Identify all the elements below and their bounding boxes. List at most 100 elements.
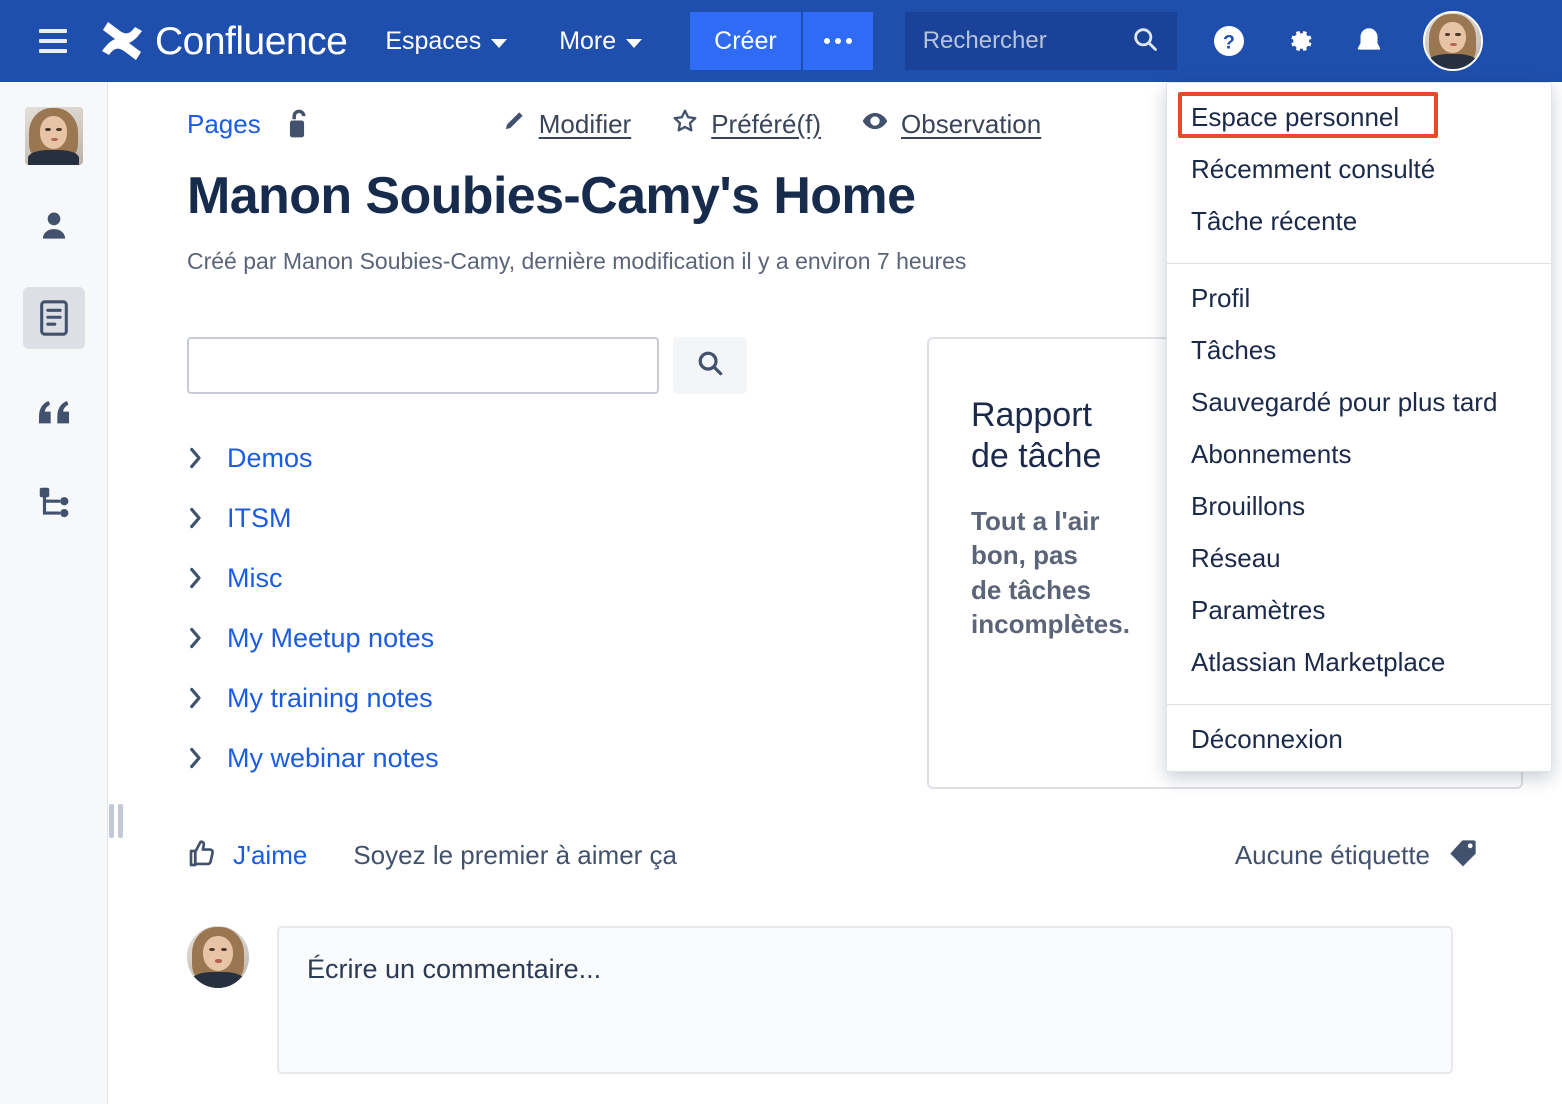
profile-dropdown-menu: Espace personnel Récemment consulté Tâch…	[1166, 82, 1552, 772]
confluence-logo-icon	[100, 21, 144, 61]
like-button[interactable]: J'aime	[187, 837, 307, 874]
create-button[interactable]: Créer	[690, 12, 801, 70]
chevron-right-icon[interactable]	[187, 507, 205, 529]
page-tree-link[interactable]: My Meetup notes	[227, 623, 434, 654]
chevron-down-icon	[626, 38, 643, 48]
pencil-icon	[501, 108, 527, 141]
edit-action-label: Modifier	[538, 108, 632, 139]
list-item[interactable]: My webinar notes	[187, 728, 847, 788]
like-label: J'aime	[233, 840, 308, 870]
watch-action[interactable]: Observation	[861, 107, 1041, 142]
menu-item-espace-personnel[interactable]: Espace personnel	[1167, 91, 1551, 143]
comment-input[interactable]: Écrire un commentaire...	[277, 926, 1453, 1074]
page-action-bar: Modifier Préféré(f) Observation	[501, 107, 1041, 142]
menu-divider	[1167, 704, 1551, 705]
page-tree-link[interactable]: My training notes	[227, 683, 433, 714]
menu-item-sauvegarde-pour-plus-tard[interactable]: Sauvegardé pour plus tard	[1167, 376, 1551, 428]
search-icon	[1131, 25, 1159, 58]
menu-item-abonnements[interactable]: Abonnements	[1167, 428, 1551, 480]
chevron-right-icon[interactable]	[187, 447, 205, 469]
menu-icon-line	[39, 29, 67, 33]
people-icon[interactable]	[23, 195, 85, 257]
space-sidebar	[0, 82, 108, 1104]
nav-spaces[interactable]: Espaces	[371, 17, 521, 66]
search-input[interactable]	[187, 337, 659, 394]
global-search-input[interactable]: Rechercher	[904, 12, 1177, 70]
thumbs-up-icon	[187, 837, 219, 874]
menu-group-session: Déconnexion	[1167, 713, 1551, 771]
sidebar-item-pages[interactable]	[22, 287, 85, 349]
avatar	[187, 926, 249, 988]
menu-icon-line	[39, 49, 67, 53]
page-footer-actions: J'aime Soyez le premier à aimer ça Aucun…	[109, 837, 1562, 874]
page-tree-column: Demos ITSM Misc My Meetup notes My train…	[187, 337, 847, 789]
chevron-down-icon	[491, 38, 508, 48]
favorite-action[interactable]: Préféré(f)	[671, 107, 821, 142]
top-navigation-bar: Confluence Espaces More Créer Rechercher…	[0, 0, 1562, 82]
page-tree-link[interactable]: My webinar notes	[227, 743, 439, 774]
gear-icon[interactable]	[1279, 21, 1319, 61]
menu-icon-line	[39, 39, 67, 43]
menu-item-atlassian-marketplace[interactable]: Atlassian Marketplace	[1167, 636, 1551, 688]
menu-icon[interactable]	[26, 14, 80, 68]
avatar[interactable]	[1422, 11, 1483, 71]
menu-item-recemment-consulte[interactable]: Récemment consulté	[1167, 143, 1551, 195]
svg-text:?: ?	[1223, 32, 1235, 54]
sidebar-resize-handle[interactable]	[107, 800, 125, 842]
ellipsis-icon	[823, 38, 852, 44]
notification-icon[interactable]	[1349, 21, 1389, 61]
page-tree-list: Demos ITSM Misc My Meetup notes My train…	[187, 428, 847, 788]
task-report-message: Tout a l'air bon, pas de tâches incomplè…	[971, 505, 1130, 639]
nav-more[interactable]: More	[545, 17, 656, 66]
star-icon	[671, 107, 699, 142]
unlocked-padlock-icon[interactable]	[285, 108, 313, 140]
breadcrumb[interactable]: Pages	[187, 109, 261, 140]
list-item[interactable]: ITSM	[187, 488, 847, 548]
global-search-placeholder: Rechercher	[922, 27, 1047, 54]
favorite-action-label: Préféré(f)	[711, 108, 822, 139]
help-icon[interactable]: ?	[1209, 21, 1249, 61]
menu-item-deconnexion[interactable]: Déconnexion	[1167, 713, 1551, 765]
list-item[interactable]: Misc	[187, 548, 847, 608]
comment-section: Écrire un commentaire...	[109, 926, 1562, 1074]
like-note: Soyez le premier à aimer ça	[353, 840, 678, 870]
search-icon	[695, 348, 725, 383]
comment-placeholder: Écrire un commentaire...	[307, 954, 602, 984]
page-tree-link[interactable]: Demos	[227, 443, 313, 474]
list-item[interactable]: My training notes	[187, 668, 847, 728]
nav-more-label: More	[559, 26, 617, 55]
menu-item-parametres[interactable]: Paramètres	[1167, 584, 1551, 636]
menu-item-brouillons[interactable]: Brouillons	[1167, 480, 1551, 532]
confluence-logo-link[interactable]: Confluence	[100, 19, 348, 63]
menu-divider	[1167, 263, 1551, 264]
menu-item-tache-recente[interactable]: Tâche récente	[1167, 195, 1551, 247]
menu-item-taches[interactable]: Tâches	[1167, 324, 1551, 376]
search-button[interactable]	[673, 337, 747, 394]
tag-icon	[1446, 837, 1480, 874]
chevron-right-icon[interactable]	[187, 747, 205, 769]
labels-text: Aucune étiquette	[1234, 840, 1430, 870]
menu-group-account: Profil Tâches Sauvegardé pour plus tard …	[1167, 272, 1551, 694]
nav-icon-group: ?	[1209, 21, 1389, 61]
space-avatar[interactable]	[24, 107, 83, 165]
task-report-title: Rapport de tâche	[971, 396, 1102, 476]
list-item[interactable]: Demos	[187, 428, 847, 488]
chevron-right-icon[interactable]	[187, 687, 205, 709]
nav-spaces-label: Espaces	[385, 26, 482, 55]
menu-item-profil[interactable]: Profil	[1167, 272, 1551, 324]
chevron-right-icon[interactable]	[187, 627, 205, 649]
space-tree-icon[interactable]	[23, 471, 85, 533]
brand-name: Confluence	[155, 19, 348, 63]
labels-section[interactable]: Aucune étiquette	[1235, 837, 1480, 874]
blog-icon[interactable]	[23, 379, 85, 441]
page-tree-search	[187, 337, 847, 394]
list-item[interactable]: My Meetup notes	[187, 608, 847, 668]
page-tree-link[interactable]: Misc	[227, 563, 283, 594]
chevron-right-icon[interactable]	[187, 567, 205, 589]
eye-icon	[861, 107, 889, 142]
create-more-button[interactable]	[800, 12, 873, 70]
page-tree-link[interactable]: ITSM	[227, 503, 292, 534]
edit-action[interactable]: Modifier	[501, 108, 631, 141]
menu-item-reseau[interactable]: Réseau	[1167, 532, 1551, 584]
menu-group-recent: Espace personnel Récemment consulté Tâch…	[1167, 91, 1551, 253]
